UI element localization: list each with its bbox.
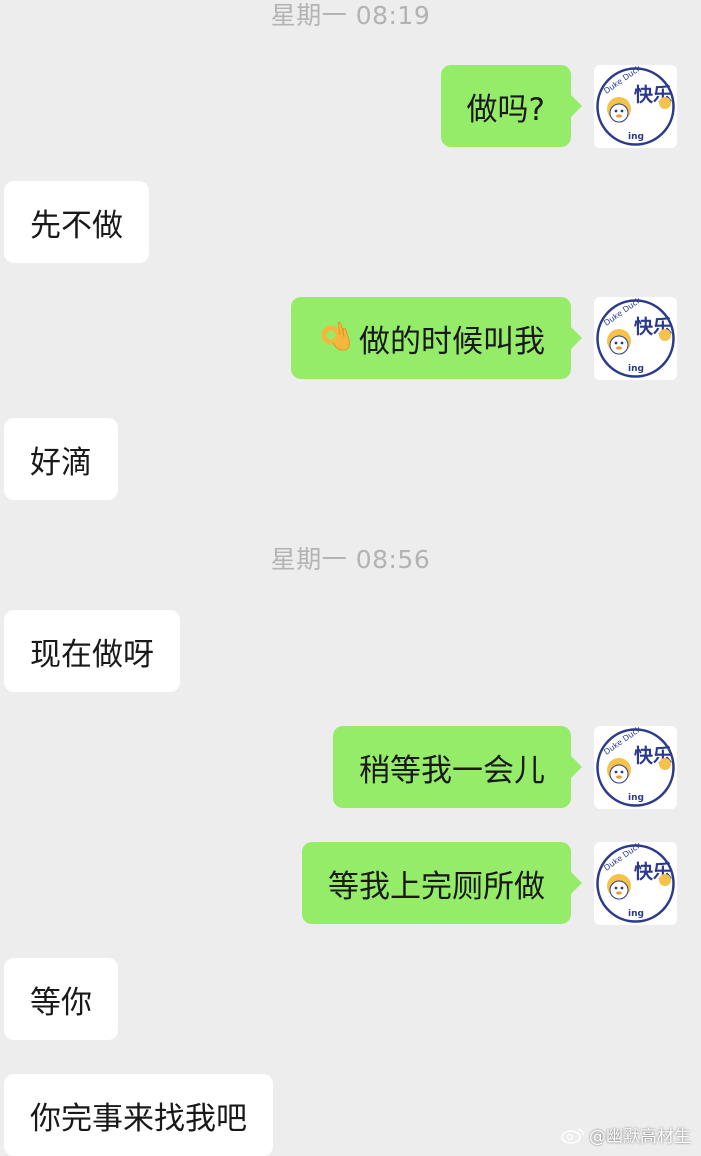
chat-bubble-other[interactable]: 等你 [4, 958, 118, 1040]
avatar[interactable]: Duke Duck 快乐 ing [594, 724, 677, 809]
chat-bubble-self[interactable]: 稍等我一会儿 [333, 726, 582, 808]
message-text: 做的时候叫我 [359, 323, 545, 360]
duck-avatar-icon: Duke Duck 快乐 ing [596, 724, 675, 807]
message-text: 先不做 [30, 207, 123, 244]
timestamp-divider: 星期一 08:19 [270, 1, 431, 30]
chat-bubble-other[interactable]: 你完事来找我吧 [4, 1074, 273, 1156]
chat-bubble-other[interactable]: 好滴 [4, 418, 118, 500]
chat-bubble-other[interactable]: 先不做 [4, 181, 149, 263]
timestamp-divider: 星期一 08:56 [270, 545, 431, 574]
message-text: 现在做呀 [30, 636, 154, 673]
weibo-icon [561, 1127, 584, 1144]
svg-text:ing: ing [628, 909, 644, 919]
svg-text:ing: ing [628, 793, 644, 803]
message-text: 做吗? [466, 91, 545, 128]
duck-avatar-icon: Duke Duck 快乐 ing [596, 295, 675, 378]
svg-text:ing: ing [628, 132, 644, 142]
watermark: @幽默高材生 [561, 1122, 691, 1147]
chat-bubble-self[interactable]: 等我上完厕所做 [302, 842, 582, 924]
avatar[interactable]: Duke Duck 快乐 ing [594, 840, 677, 925]
message-text: 等我上完厕所做 [328, 868, 545, 905]
chat-bubble-other[interactable]: 现在做呀 [4, 610, 180, 692]
message-text: 你完事来找我吧 [30, 1100, 247, 1137]
duck-avatar-icon: Duke Duck 快乐 ing [596, 63, 675, 146]
watermark-text: @幽默高材生 [589, 1127, 691, 1147]
chat-bubble-self[interactable]: 做的时候叫我 [291, 297, 582, 379]
ok-hand-icon [317, 319, 355, 357]
message-text: 好滴 [30, 444, 92, 481]
duck-avatar-icon: Duke Duck 快乐 ing [596, 840, 675, 923]
avatar[interactable]: Duke Duck 快乐 ing [594, 63, 677, 148]
chat-bubble-self[interactable]: 做吗? [440, 65, 583, 147]
message-text: 等你 [30, 984, 92, 1021]
svg-text:ing: ing [628, 364, 644, 374]
avatar[interactable]: Duke Duck 快乐 ing [594, 295, 677, 380]
message-text: 稍等我一会儿 [359, 752, 545, 789]
